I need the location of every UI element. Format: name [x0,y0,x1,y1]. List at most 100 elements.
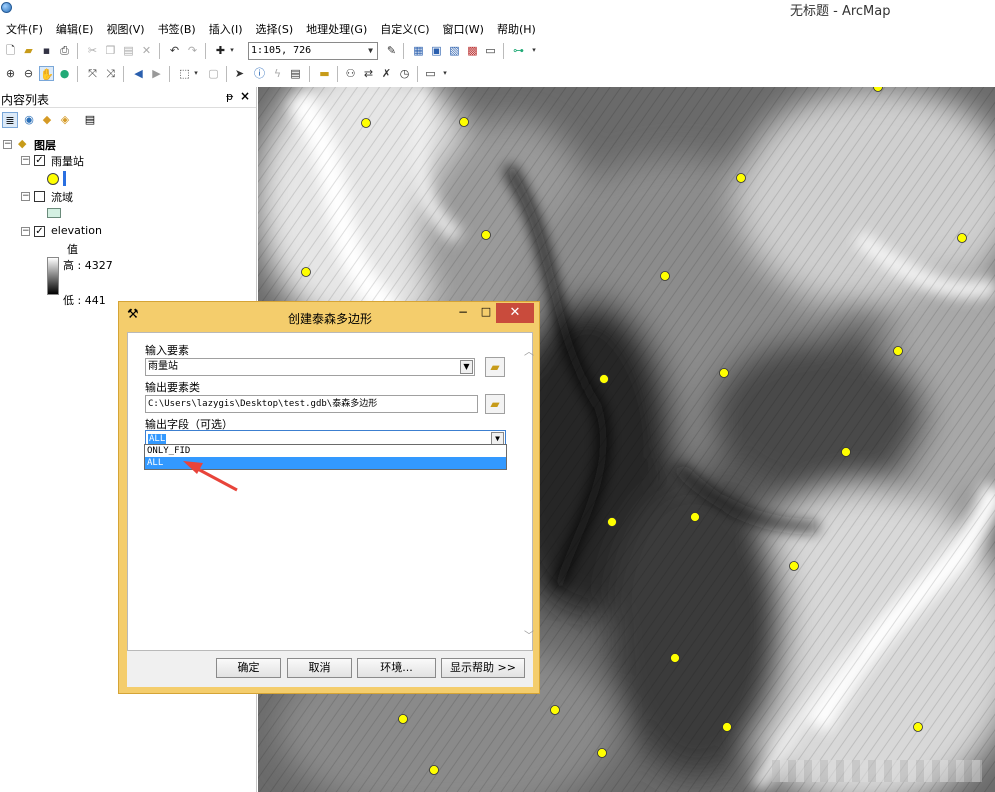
rain-gauge-point[interactable] [301,267,311,277]
print-icon[interactable]: ⎙ [57,43,72,58]
editor-toolbar-icon[interactable]: ✎ [384,43,399,58]
rain-gauge-point[interactable] [550,705,560,715]
list-by-source-icon[interactable]: ◉ [21,112,37,128]
close-icon[interactable]: × [240,89,250,103]
toolbar-options-icon[interactable]: ▾ [441,66,449,81]
list-by-selection-icon[interactable]: ◈ [57,112,73,128]
pan-icon[interactable]: ✋ [39,66,54,81]
chevron-down-icon[interactable]: ▼ [365,44,376,58]
rain-gauge-point[interactable] [789,561,799,571]
clear-selection-icon[interactable]: ▢ [206,66,221,81]
menu-customize[interactable]: 自定义(C) [374,21,436,37]
collapse-rain-gauges-icon[interactable]: − [21,156,30,165]
show-help-button[interactable]: 显示帮助 >> [441,658,525,678]
layer-rain-gauges-label[interactable]: 雨量站 [51,153,84,169]
rain-gauge-point[interactable] [841,447,851,457]
find-route-icon[interactable]: ⇄ [361,66,376,81]
rain-gauge-point[interactable] [361,118,371,128]
layer-watershed-label[interactable]: 流域 [51,189,73,205]
paste-icon[interactable]: ▤ [121,43,136,58]
back-extent-icon[interactable]: ◀ [131,66,146,81]
rain-gauge-point[interactable] [660,271,670,281]
menu-bookmarks[interactable]: 书签(B) [152,21,203,37]
python-window-icon[interactable]: ▭ [483,43,498,58]
measure-icon[interactable]: ▬ [317,66,332,81]
rain-gauge-point[interactable] [607,517,617,527]
select-dropdown-icon[interactable]: ▾ [192,66,200,81]
rain-gauge-point[interactable] [736,173,746,183]
input-features-combobox[interactable]: 雨量站 ▼ [145,358,475,376]
output-feature-class-input[interactable]: C:\Users\lazygis\Desktop\test.gdb\泰森多边形 [145,395,478,413]
menu-insert[interactable]: 插入(I) [203,21,250,37]
layers-root-label[interactable]: 图层 [34,137,56,153]
cut-icon[interactable]: ✂ [85,43,100,58]
zoom-in-icon[interactable]: ⊕ [3,66,18,81]
cancel-button[interactable]: 取消 [287,658,352,678]
fixed-zoom-out-icon[interactable]: ⤨ [103,66,118,81]
fixed-zoom-in-icon[interactable]: ⤧ [85,66,100,81]
rain-gauge-point[interactable] [722,722,732,732]
layer-elevation-label[interactable]: elevation [51,224,102,237]
zoom-out-icon[interactable]: ⊖ [21,66,36,81]
select-elements-icon[interactable]: ➤ [232,66,247,81]
undo-icon[interactable]: ↶ [167,43,182,58]
menu-selection[interactable]: 选择(S) [250,21,301,37]
elevation-ramp-swatch[interactable] [47,257,59,295]
table-of-contents-icon[interactable]: ▦ [411,43,426,58]
ok-button[interactable]: 确定 [216,658,281,678]
rain-gauge-point[interactable] [459,117,469,127]
option-all[interactable]: ALL [145,457,506,469]
environments-button[interactable]: 环境... [357,658,436,678]
elevation-checkbox[interactable]: ✓ [34,226,45,237]
map-scale-combobox[interactable]: 1:105, 726 ▼ [248,42,378,60]
scroll-up-icon[interactable]: ︿ [524,343,534,358]
copy-icon[interactable]: ❐ [103,43,118,58]
select-features-icon[interactable]: ⬚ [177,66,192,81]
rain-gauge-point[interactable] [599,374,609,384]
rain-gauge-symbol-icon[interactable] [47,173,59,185]
rain-gauge-point[interactable] [690,512,700,522]
chevron-down-icon[interactable]: ▼ [460,360,473,374]
time-slider-icon[interactable]: ◷ [397,66,412,81]
hyperlink-icon[interactable]: ϟ [270,66,285,81]
menu-file[interactable]: 文件(F) [0,21,50,37]
collapse-layers-icon[interactable]: − [3,140,12,149]
add-data-icon[interactable]: ✚ [213,43,228,58]
watershed-checkbox[interactable] [34,191,45,202]
model-builder-icon[interactable]: ⊶ [511,43,526,58]
redo-icon[interactable]: ↷ [185,43,200,58]
rain-gauge-point[interactable] [398,714,408,724]
menu-geoprocessing[interactable]: 地理处理(G) [300,21,374,37]
rain-gauge-point[interactable] [957,233,967,243]
toolbar-options-icon[interactable]: ▾ [530,43,538,58]
maximize-icon[interactable]: □ [477,305,495,321]
open-folder-icon[interactable]: ▰ [21,43,36,58]
go-to-xy-icon[interactable]: ✗ [379,66,394,81]
rain-gauge-point[interactable] [893,346,903,356]
rain-gauge-point[interactable] [719,368,729,378]
save-icon[interactable]: ▪ [39,43,54,58]
rain-gauge-point[interactable] [429,765,439,775]
menu-windows[interactable]: 窗口(W) [437,21,491,37]
rain-gauge-point[interactable] [913,722,923,732]
arctoolbox-icon[interactable]: ▩ [465,43,480,58]
identify-icon[interactable]: ⓘ [252,66,267,81]
create-viewer-window-icon[interactable]: ▭ [423,66,438,81]
list-by-visibility-icon[interactable]: ◆ [39,112,55,128]
toc-options-icon[interactable]: ▤ [82,112,98,128]
html-popup-icon[interactable]: ▤ [288,66,303,81]
pin-icon[interactable]: ᵽ [226,90,233,103]
collapse-watershed-icon[interactable]: − [21,192,30,201]
browse-folder-icon[interactable]: ▰ [485,394,505,414]
rain-gauge-point[interactable] [597,748,607,758]
rain-gauge-point[interactable] [670,653,680,663]
delete-icon[interactable]: ✕ [139,43,154,58]
new-document-icon[interactable]: 🗋 [3,43,18,58]
rain-gauges-checkbox[interactable]: ✓ [34,155,45,166]
forward-extent-icon[interactable]: ▶ [149,66,164,81]
menu-edit[interactable]: 编辑(E) [50,21,101,37]
menu-help[interactable]: 帮助(H) [491,21,543,37]
minimize-icon[interactable]: − [454,305,472,321]
rain-gauge-point[interactable] [481,230,491,240]
watershed-symbol-icon[interactable] [47,208,61,218]
